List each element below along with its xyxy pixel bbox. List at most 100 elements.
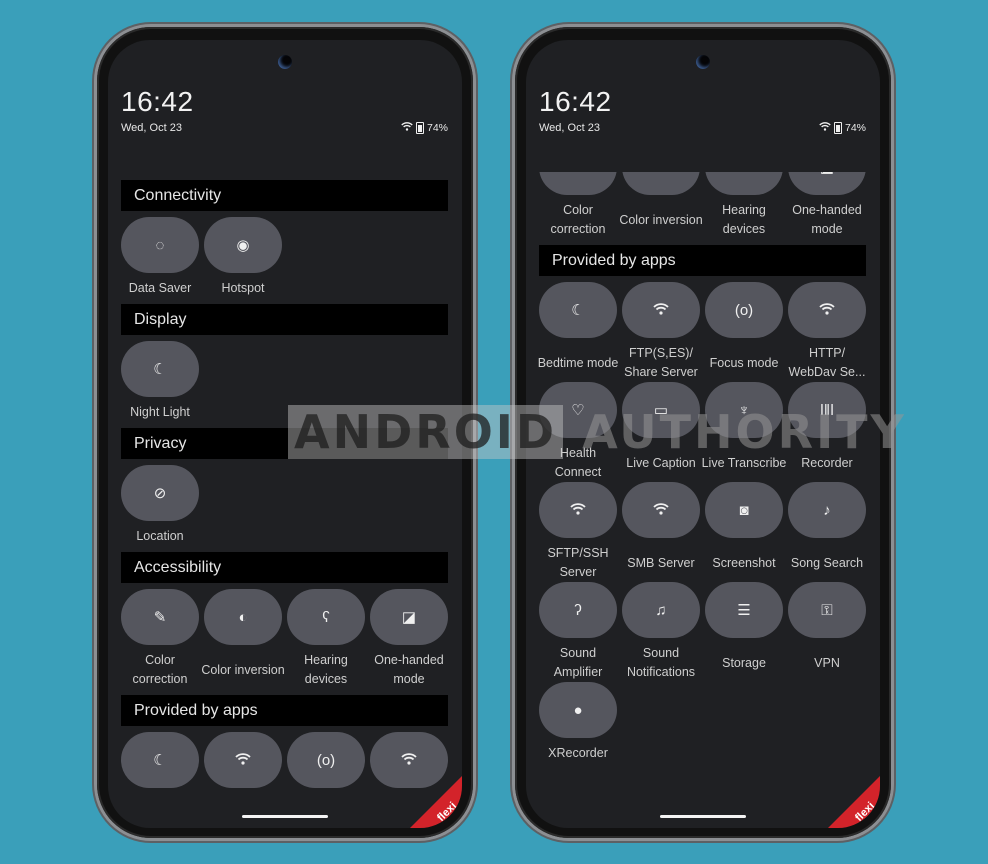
tile-label: Hearing devices (722, 203, 766, 236)
battery-percent: 74% (426, 122, 448, 134)
tile-label: Hearing devices (304, 653, 348, 686)
wifi-icon (570, 502, 586, 519)
quick-tile-one-handed-mode[interactable]: ◪ One-handed mode (788, 172, 866, 239)
tile-button[interactable] (788, 282, 866, 338)
hotspot-icon: ◉ (236, 237, 250, 254)
tile-grid: ☾ Bedtime mode FTP(S,ES)/ Share Server (o) F… (538, 282, 866, 763)
music-note-icon: ♪ (823, 501, 831, 519)
flexi-badge (410, 776, 462, 828)
quick-tile-screenshot[interactable]: ◙ Screenshot (705, 482, 783, 582)
ear-icon: ʔ (574, 601, 582, 619)
tile-button[interactable] (204, 732, 282, 788)
tile-button[interactable]: ʕ (287, 589, 365, 645)
tile-button[interactable]: ♫ (622, 582, 700, 638)
quick-tile-one-handed-mode[interactable]: ◪ One-handed mode (370, 589, 448, 689)
quick-tile-location[interactable]: ⊘ Location (121, 465, 199, 546)
tile-label: Sound Notifications (626, 646, 696, 679)
quick-tile-vpn[interactable]: ⚿ VPN (788, 582, 866, 682)
quick-tile-sftp-ssh-server[interactable]: SFTP/SSH Server (539, 482, 617, 582)
quick-tile-sound-amplifier[interactable]: ʔ Sound Amplifier (539, 582, 617, 682)
quick-tile-focus-mode[interactable]: (o) Focus mode (705, 282, 783, 382)
battery-icon (415, 122, 424, 134)
tile-label: FTP(S,ES)/ Share Server (624, 346, 698, 379)
quick-tile-smb-server[interactable]: SMB Server (622, 482, 700, 582)
tile-button[interactable]: ✎ (539, 172, 617, 195)
hearing-icon: ʕ (322, 608, 330, 626)
quick-settings-list[interactable]: Connectivity ◌ Data Saver ◉ Hotspot Display ☾ N… (108, 172, 462, 800)
quick-tile-color-correction[interactable]: ✎ Color correction (121, 589, 199, 689)
quick-tile-hearing-devices[interactable]: ʕ Hearing devices (705, 172, 783, 239)
tile-button[interactable] (622, 282, 700, 338)
camera-icon: ◙ (739, 501, 749, 519)
gesture-nav-handle[interactable] (660, 815, 746, 818)
section-header: Accessibility (121, 552, 448, 583)
tile-button[interactable]: ◪ (370, 589, 448, 645)
quick-tile-xrecorder[interactable]: ● XRecorder (539, 682, 617, 763)
focus-icon: (o) (734, 301, 754, 319)
quick-tile-night-light[interactable]: ☾ Night Light (121, 341, 199, 422)
quick-tile-color-correction[interactable]: ✎ Color correction (539, 172, 617, 239)
section-header: Provided by apps (121, 695, 448, 726)
bedtime-icon: ☾ (571, 302, 585, 319)
tile-button[interactable]: ʔ (539, 582, 617, 638)
tile-label: Color inversion (619, 212, 703, 227)
tile-label: Location (136, 529, 184, 543)
tile-button[interactable]: ◉ (204, 217, 282, 273)
quick-tile-ftp-s-es-share-server[interactable]: FTP(S,ES)/ Share Server (622, 282, 700, 382)
tile-button[interactable]: ♪ (788, 482, 866, 538)
tile-button[interactable]: ʕ (705, 172, 783, 195)
tile-button[interactable] (622, 482, 700, 538)
tile-button[interactable]: ◐ (622, 172, 700, 195)
quick-tile-color-inversion[interactable]: ◐ Color inversion (201, 589, 285, 689)
tile-label: Data Saver (128, 281, 192, 295)
front-camera (696, 55, 710, 69)
tile-grid: ◌ Data Saver ◉ Hotspot (121, 217, 448, 298)
tile-grid: ☾ (o) (121, 732, 448, 788)
tile-button[interactable]: ☾ (121, 732, 199, 788)
quick-settings-content: Connectivity ◌ Data Saver ◉ Hotspot Display ☾ N… (121, 180, 448, 794)
quick-tile-color-inversion[interactable]: ◐ Color inversion (619, 172, 703, 239)
tile-button[interactable]: ◐ (204, 589, 282, 645)
bedtime-icon: ☾ (153, 752, 167, 769)
tile-label: One-handed mode (792, 203, 862, 236)
tile-label: Color inversion (201, 662, 285, 677)
quick-tile-hotspot[interactable]: ◉ Hotspot (204, 217, 282, 298)
quick-tile-song-search[interactable]: ♪ Song Search (788, 482, 866, 582)
quick-tile-focus-mode[interactable]: (o) (287, 732, 365, 788)
tile-button[interactable]: ◌ (121, 217, 199, 273)
quick-tile-ftp-s-es-share-server[interactable] (204, 732, 282, 788)
tile-label: HTTP/ WebDav Se... (788, 346, 866, 379)
tile-button[interactable]: ⊘ (121, 465, 199, 521)
tile-button[interactable]: ☰ (705, 582, 783, 638)
tile-button[interactable] (539, 482, 617, 538)
tile-button[interactable]: (o) (705, 282, 783, 338)
tile-button[interactable]: (o) (287, 732, 365, 788)
quick-tile-sound-notifications[interactable]: ♫ Sound Notifications (622, 582, 700, 682)
gesture-nav-handle[interactable] (242, 815, 328, 818)
battery-icon (833, 122, 842, 134)
tile-label: Focus mode (709, 355, 779, 370)
tile-label: Song Search (790, 555, 864, 570)
quick-tile-bedtime-mode[interactable]: ☾ (121, 732, 199, 788)
quick-tile-http-webdav-se[interactable]: HTTP/ WebDav Se... (788, 282, 866, 382)
tile-label: VPN (814, 655, 840, 670)
tile-button[interactable]: ⚿ (788, 582, 866, 638)
tile-button[interactable]: ✎ (121, 589, 199, 645)
wifi-status-icon (401, 122, 413, 134)
tile-button[interactable]: ◙ (705, 482, 783, 538)
quick-tile-storage[interactable]: ☰ Storage (705, 582, 783, 682)
section-header: Display (121, 304, 448, 335)
tile-button[interactable]: ◪ (788, 172, 866, 195)
data-saver-icon: ◌ (155, 236, 165, 254)
quick-tile-hearing-devices[interactable]: ʕ Hearing devices (287, 589, 365, 689)
tile-label: SMB Server (627, 555, 695, 570)
quick-tile-data-saver[interactable]: ◌ Data Saver (121, 217, 199, 298)
tile-button[interactable]: ● (539, 682, 617, 738)
quick-settings-content: Accessibility✎Color correction◐Color inv… (538, 172, 866, 769)
tile-button[interactable]: ☾ (121, 341, 199, 397)
quick-settings-list[interactable]: Accessibility✎Color correction◐Color inv… (526, 172, 880, 800)
quick-tile-bedtime-mode[interactable]: ☾ Bedtime mode (538, 282, 618, 382)
wifi-icon (401, 752, 417, 769)
tile-button[interactable]: ☾ (539, 282, 617, 338)
tile-label: Hotspot (221, 281, 265, 295)
